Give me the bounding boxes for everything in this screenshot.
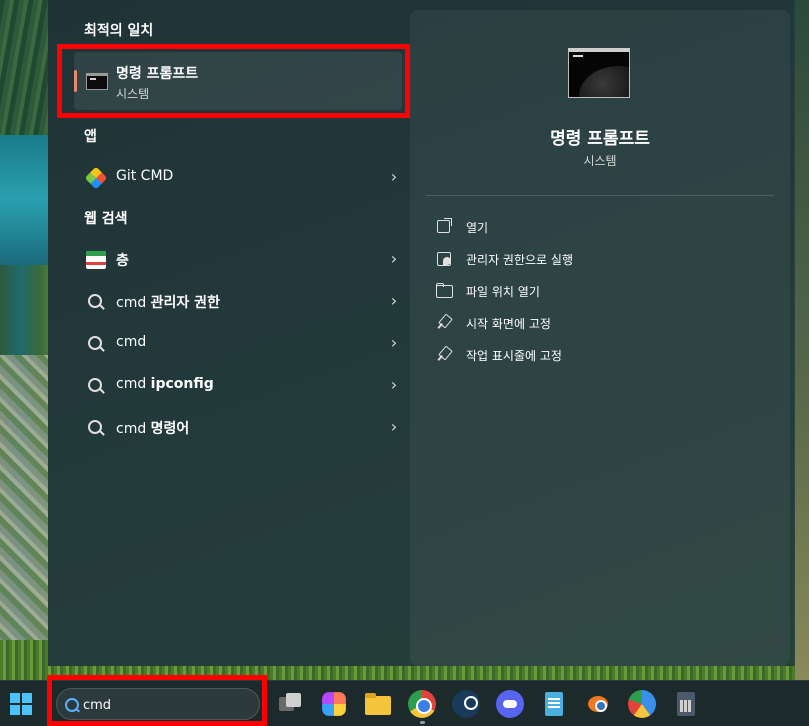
chevron-right-icon[interactable]: › bbox=[386, 292, 402, 310]
chevron-right-icon[interactable]: › bbox=[386, 376, 402, 394]
pin-icon bbox=[436, 314, 452, 330]
best-match-heading: 최적의 일치 bbox=[84, 23, 154, 39]
action-label: 시작 화면에 고정 bbox=[466, 317, 551, 331]
blender-icon[interactable] bbox=[584, 690, 612, 718]
calendar-icon bbox=[86, 251, 106, 269]
search-icon bbox=[86, 334, 106, 354]
selection-accent bbox=[74, 70, 77, 92]
notepad-icon[interactable] bbox=[540, 690, 568, 718]
taskbar-search-box[interactable] bbox=[56, 688, 260, 720]
chevron-right-icon[interactable]: › bbox=[386, 250, 402, 268]
chrome-icon[interactable] bbox=[408, 690, 436, 718]
task-view-icon[interactable] bbox=[276, 690, 304, 718]
action-label: 열기 bbox=[466, 221, 489, 235]
details-pane: 명령 프롬프트 시스템 열기 관리자 권한으로 실행 파일 위치 열기 시작 화… bbox=[410, 10, 790, 666]
steam-icon[interactable] bbox=[452, 690, 480, 718]
git-icon bbox=[84, 166, 108, 190]
action-pin-to-start[interactable]: 시작 화면에 고정 bbox=[436, 310, 766, 336]
action-pin-to-taskbar[interactable]: 작업 표시줄에 고정 bbox=[436, 342, 766, 368]
action-open[interactable]: 열기 bbox=[436, 214, 766, 240]
copilot-icon[interactable] bbox=[322, 692, 346, 716]
search-results-panel: 최적의 일치 명령 프롬프트 시스템 앱 Git CMD › 웹 검색 층 › … bbox=[48, 0, 795, 666]
chevron-right-icon[interactable]: › bbox=[386, 168, 402, 186]
command-prompt-icon bbox=[86, 73, 108, 90]
action-run-as-admin[interactable]: 관리자 권한으로 실행 bbox=[436, 246, 766, 272]
shield-icon bbox=[436, 250, 452, 266]
web-result-label: cmd 명령어 bbox=[116, 421, 190, 437]
action-label: 작업 표시줄에 고정 bbox=[466, 349, 562, 363]
web-search-heading: 웹 검색 bbox=[84, 211, 128, 227]
windows-start-icon[interactable] bbox=[10, 693, 32, 715]
chevron-right-icon[interactable]: › bbox=[386, 418, 402, 436]
file-explorer-icon[interactable] bbox=[364, 690, 392, 718]
action-open-file-location[interactable]: 파일 위치 열기 bbox=[436, 278, 766, 304]
web-result-item[interactable]: cmd ipconfig › bbox=[74, 367, 402, 403]
running-indicator bbox=[420, 721, 425, 724]
details-subtitle: 시스템 bbox=[583, 154, 617, 168]
web-result-item[interactable]: cmd › bbox=[74, 325, 402, 361]
wallpaper-edge bbox=[795, 0, 809, 680]
apps-heading: 앱 bbox=[84, 129, 97, 145]
taskbar bbox=[0, 680, 809, 726]
search-icon bbox=[86, 292, 106, 312]
wallpaper-rock bbox=[0, 355, 48, 645]
search-icon bbox=[63, 696, 81, 714]
discord-icon[interactable] bbox=[496, 690, 524, 718]
command-prompt-large-icon bbox=[568, 48, 630, 98]
calculator-icon[interactable] bbox=[672, 690, 700, 718]
folder-icon bbox=[436, 282, 453, 298]
pin-icon bbox=[436, 346, 452, 362]
paint-icon[interactable] bbox=[628, 690, 656, 718]
app-item-label: Git CMD bbox=[116, 168, 174, 184]
best-match-command-prompt[interactable]: 명령 프롬프트 시스템 bbox=[74, 52, 402, 110]
best-match-title: 명령 프롬프트 bbox=[116, 66, 199, 82]
web-result-label: cmd 관리자 권한 bbox=[116, 295, 220, 311]
chevron-right-icon[interactable]: › bbox=[386, 334, 402, 352]
best-match-subtitle: 시스템 bbox=[116, 87, 150, 101]
search-input[interactable] bbox=[83, 695, 253, 715]
app-item-git-cmd[interactable]: Git CMD › bbox=[74, 159, 402, 195]
wallpaper-lake bbox=[0, 135, 48, 265]
details-divider bbox=[426, 195, 774, 196]
web-result-item[interactable]: 층 › bbox=[74, 241, 402, 277]
wallpaper-trees bbox=[0, 0, 48, 135]
web-result-label: 층 bbox=[116, 253, 129, 269]
search-icon bbox=[86, 418, 106, 438]
open-icon bbox=[436, 218, 452, 234]
web-result-label: cmd bbox=[116, 334, 147, 350]
web-result-label: cmd ipconfig bbox=[116, 376, 214, 392]
action-label: 관리자 권한으로 실행 bbox=[466, 253, 573, 267]
action-label: 파일 위치 열기 bbox=[466, 285, 540, 299]
search-icon bbox=[86, 376, 106, 396]
details-title: 명령 프롬프트 bbox=[550, 129, 650, 149]
web-result-item[interactable]: cmd 명령어 › bbox=[74, 409, 402, 445]
results-list: 최적의 일치 명령 프롬프트 시스템 앱 Git CMD › 웹 검색 층 › … bbox=[48, 0, 410, 666]
web-result-item[interactable]: cmd 관리자 권한 › bbox=[74, 283, 402, 319]
